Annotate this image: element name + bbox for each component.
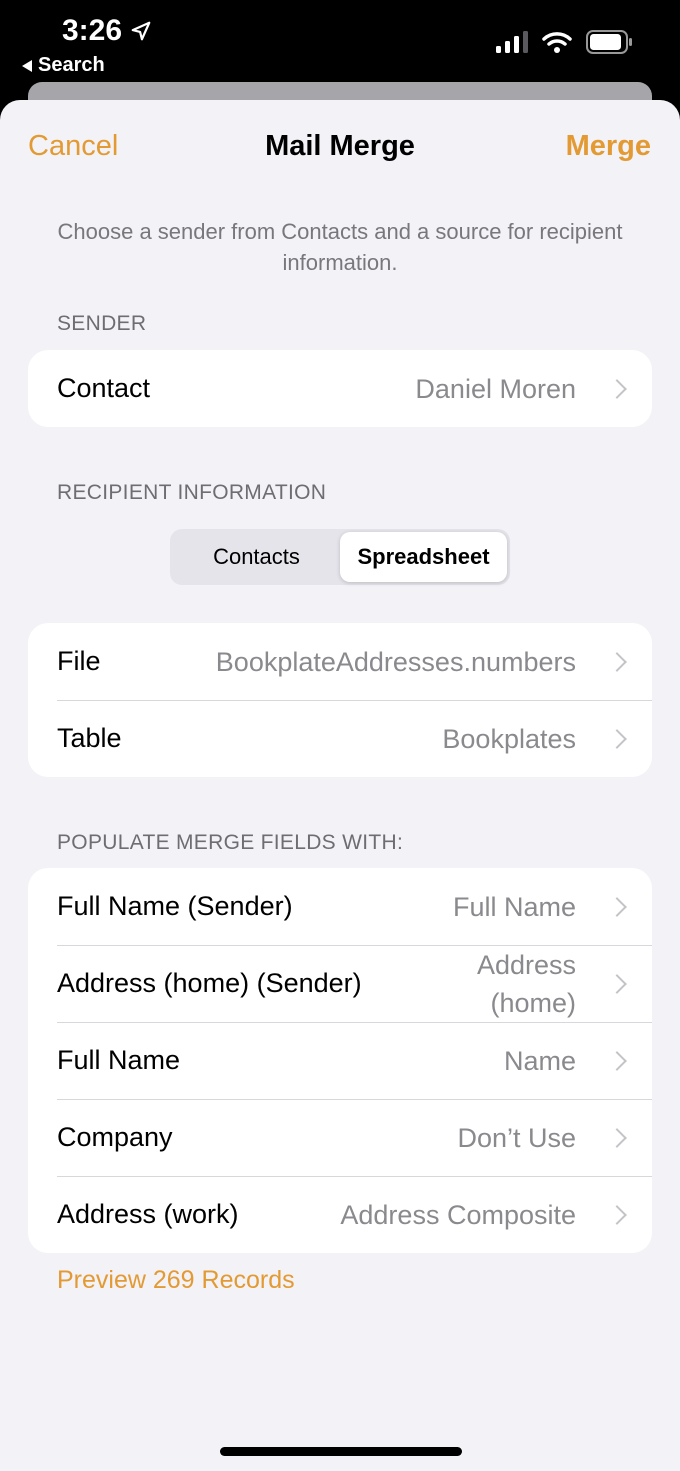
file-row[interactable]: File BookplateAddresses.numbers (28, 623, 652, 700)
status-time: 3:26 (62, 14, 152, 48)
cancel-button[interactable]: Cancel (28, 130, 118, 163)
chevron-right-icon (607, 896, 627, 917)
merge-field-row[interactable]: Address (work) Address Composite (28, 1176, 652, 1253)
merge-field-row[interactable]: Full Name (Sender) Full Name (28, 868, 652, 945)
table-row[interactable]: Table Bookplates (28, 700, 652, 777)
sender-group: Contact Daniel Moren (28, 350, 652, 427)
preview-records-link[interactable]: Preview 269 Records (57, 1266, 295, 1295)
row-label: Full Name (Sender) (57, 891, 293, 921)
intro-text: Choose a sender from Contacts and a sour… (57, 219, 623, 275)
row-value: Full Name (452, 891, 576, 922)
row-label: Contact (57, 373, 151, 403)
row-label: Address (home) (Sender) (57, 968, 362, 998)
row-value: Address Composite (340, 1199, 576, 1230)
wifi-icon (542, 32, 572, 53)
chevron-right-icon (607, 651, 627, 672)
nav-bar: Cancel Mail Merge Merge (0, 100, 680, 200)
chevron-right-icon (607, 728, 627, 749)
chevron-right-icon (607, 1127, 627, 1148)
chevron-right-icon (607, 1050, 627, 1071)
row-value: BookplateAddresses.numbers (215, 646, 576, 677)
row-label: Address (work) (57, 1199, 239, 1229)
location-arrow-icon (131, 21, 151, 41)
status-indicators (496, 30, 632, 54)
chevron-right-icon (607, 973, 627, 994)
chevron-right-icon (607, 1204, 627, 1225)
merge-button[interactable]: Merge (566, 130, 651, 163)
mail-merge-sheet: Cancel Mail Merge Merge Choose a sender … (0, 100, 680, 1471)
cellular-signal-icon (496, 31, 528, 53)
row-label: Company (57, 1122, 173, 1152)
merge-fields-section-header: POPULATE MERGE FIELDS WITH: (57, 831, 404, 854)
recipient-source-segmented-control: Contacts Spreadsheet (170, 529, 510, 585)
sender-section-header: SENDER (57, 312, 147, 335)
merge-field-row[interactable]: Company Don’t Use (28, 1099, 652, 1176)
row-label: Table (57, 723, 122, 753)
row-value: Don’t Use (457, 1122, 576, 1153)
row-value: Address (home) (476, 949, 576, 1018)
segment-contacts[interactable]: Contacts (173, 532, 340, 582)
back-triangle-icon (22, 59, 32, 72)
chevron-right-icon (607, 378, 627, 399)
home-indicator[interactable] (220, 1447, 462, 1456)
recipient-source-group: File BookplateAddresses.numbers Table Bo… (28, 623, 652, 777)
merge-field-row[interactable]: Full Name Name (28, 1022, 652, 1099)
back-label: Search (38, 54, 105, 76)
row-value: Daniel Moren (415, 373, 576, 404)
back-to-search[interactable]: Search (22, 54, 105, 77)
merge-field-row[interactable]: Address (home) (Sender) Address (home) (28, 945, 652, 1022)
contact-row[interactable]: Contact Daniel Moren (28, 350, 652, 427)
row-label: File (57, 646, 101, 676)
merge-fields-group: Full Name (Sender) Full Name Address (ho… (28, 868, 652, 1253)
time-text: 3:26 (62, 14, 123, 47)
row-label: Full Name (57, 1045, 181, 1075)
recipient-section-header: RECIPIENT INFORMATION (57, 481, 327, 504)
segment-spreadsheet[interactable]: Spreadsheet (340, 532, 507, 582)
battery-icon (586, 30, 632, 54)
row-value: Bookplates (442, 723, 576, 754)
row-value: Name (503, 1045, 576, 1076)
